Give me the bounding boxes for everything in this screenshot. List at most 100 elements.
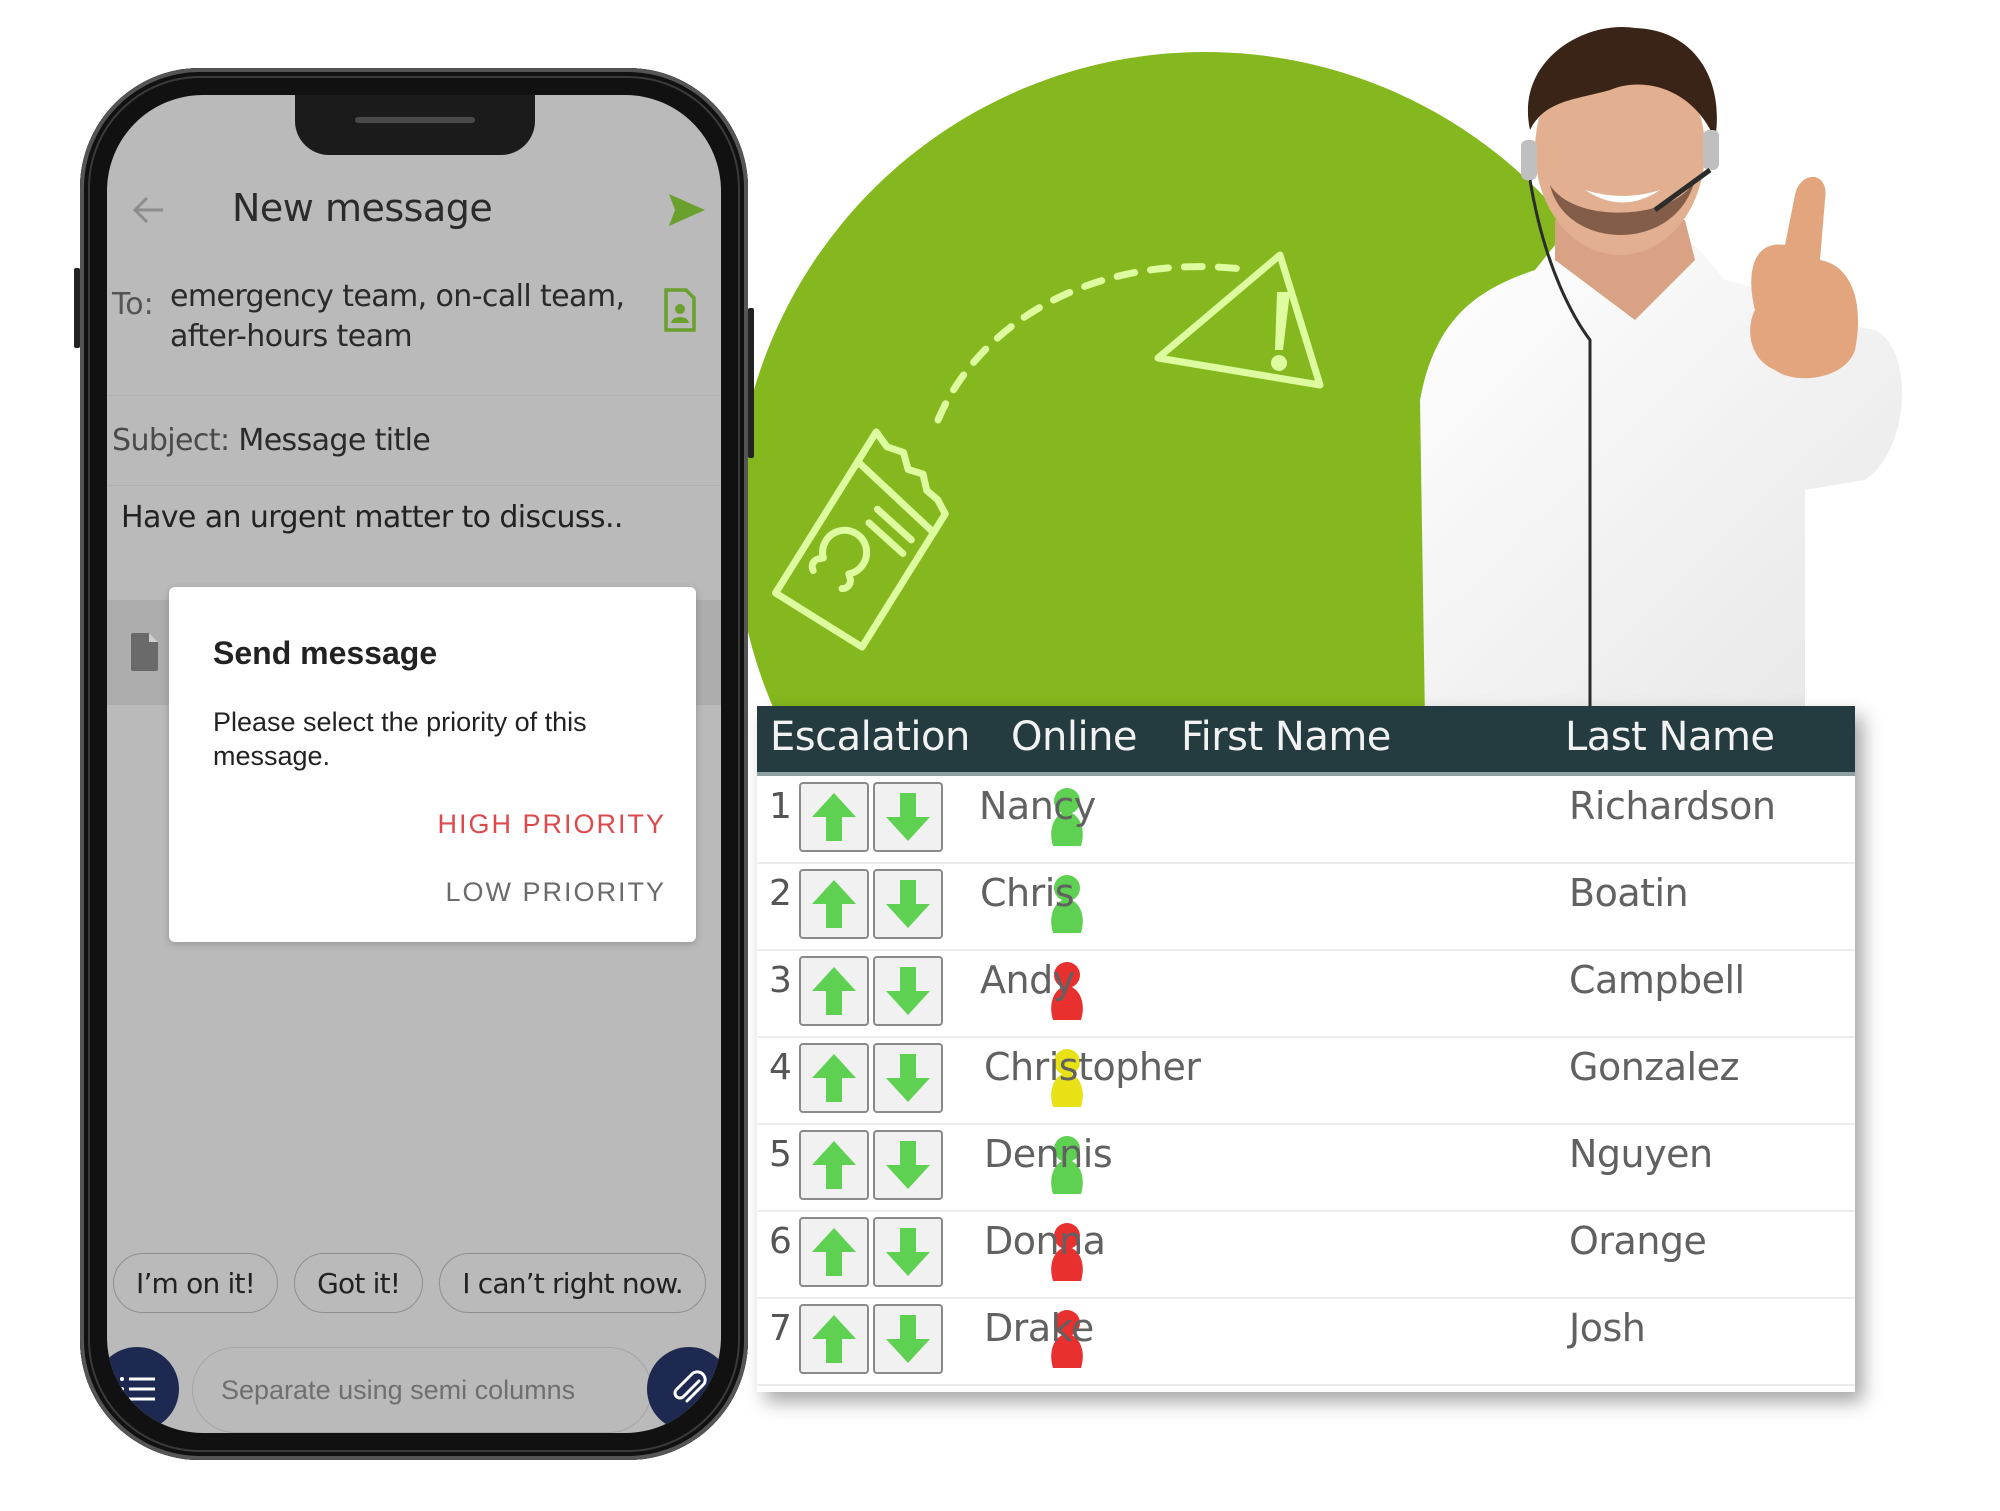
- move-up-button[interactable]: [799, 956, 869, 1026]
- last-name: Orange: [1569, 1219, 1707, 1263]
- file-icon: [129, 632, 159, 672]
- table-row[interactable]: 4 Christopher Gonzalez: [757, 1037, 1855, 1125]
- move-up-button[interactable]: [799, 1130, 869, 1200]
- paperclip-icon: [673, 1370, 707, 1403]
- arrow-down-icon: [886, 880, 930, 928]
- arrow-down-icon: [886, 967, 930, 1015]
- subject-label: Subject:: [112, 423, 230, 458]
- recipients-value[interactable]: emergency team, on-call team, after-hour…: [170, 277, 640, 357]
- escalation-rank: 4: [769, 1047, 792, 1088]
- first-name: Nancy: [979, 784, 1096, 828]
- app-header: New message: [107, 170, 721, 250]
- last-name: Boatin: [1569, 871, 1689, 915]
- contact-card-icon[interactable]: [663, 287, 697, 333]
- move-down-button[interactable]: [873, 1043, 943, 1113]
- table-row[interactable]: 6 Donna Orange: [757, 1211, 1855, 1299]
- arrow-up-icon: [812, 1315, 856, 1363]
- column-header-last-name[interactable]: Last Name: [1565, 714, 1775, 760]
- arrow-up-icon: [812, 1228, 856, 1276]
- quick-reply-on-it[interactable]: I’m on it!: [113, 1253, 279, 1313]
- table-header: Escalation Online First Name Last Name: [757, 706, 1855, 776]
- arrow-up-icon: [812, 1141, 856, 1189]
- table-row[interactable]: 3 Andy Campbell: [757, 950, 1855, 1038]
- move-down-button[interactable]: [873, 1130, 943, 1200]
- move-up-button[interactable]: [799, 1217, 869, 1287]
- subject-field[interactable]: Subject: Message title: [107, 395, 721, 486]
- column-header-escalation[interactable]: Escalation: [770, 714, 970, 760]
- move-up-button[interactable]: [799, 869, 869, 939]
- arrow-down-icon: [886, 1141, 930, 1189]
- quick-reply-cant-now[interactable]: I can’t right now.: [439, 1253, 706, 1313]
- last-name: Campbell: [1569, 958, 1745, 1002]
- table-row[interactable]: 1 Nancy Richardson: [757, 776, 1855, 864]
- subject-value[interactable]: Message title: [238, 423, 430, 458]
- to-field[interactable]: To: emergency team, on-call team, after-…: [107, 265, 721, 396]
- move-down-button[interactable]: [873, 869, 943, 939]
- last-name: Gonzalez: [1569, 1045, 1739, 1089]
- arrow-left-icon[interactable]: [129, 190, 169, 230]
- phone-power-button: [748, 308, 754, 458]
- phone-screen: New message To: emergency team, on-call …: [107, 95, 721, 1433]
- send-message-dialog: Send message Please select the priority …: [169, 587, 696, 942]
- escalation-table: Escalation Online First Name Last Name 1…: [757, 706, 1855, 1392]
- arrow-up-icon: [812, 1054, 856, 1102]
- speaker-grille: [355, 117, 475, 123]
- thumbs-up-hand: [1750, 176, 1859, 379]
- headset-right: [1703, 130, 1719, 170]
- column-header-online[interactable]: Online: [1011, 714, 1138, 760]
- recipients-input[interactable]: [192, 1347, 652, 1433]
- list-icon: [120, 1377, 155, 1401]
- message-body[interactable]: Have an urgent matter to discuss..: [121, 500, 623, 535]
- last-name: Richardson: [1569, 784, 1776, 828]
- last-name: Josh: [1569, 1306, 1646, 1350]
- dialog-message: Please select the priority of this messa…: [213, 707, 587, 771]
- escalation-rank: 1: [769, 786, 792, 827]
- table-row[interactable]: 2 Chris Boatin: [757, 863, 1855, 951]
- quick-replies: I’m on it! Got it! I can’t right now.: [113, 1253, 706, 1317]
- column-header-first-name[interactable]: First Name: [1181, 714, 1391, 760]
- low-priority-button[interactable]: LOW PRIORITY: [445, 877, 666, 908]
- arrow-up-icon: [812, 880, 856, 928]
- arrow-down-icon: [886, 1054, 930, 1102]
- arrow-up-icon: [812, 793, 856, 841]
- to-label: To:: [112, 287, 154, 322]
- ticket-icon: [772, 428, 949, 651]
- warning-triangle-icon: [1154, 251, 1324, 389]
- quick-reply-got-it[interactable]: Got it!: [294, 1253, 424, 1313]
- first-name: Christopher: [984, 1045, 1201, 1089]
- escalation-rank: 2: [769, 873, 792, 914]
- attach-button[interactable]: [647, 1347, 721, 1431]
- menu-button[interactable]: [107, 1347, 179, 1431]
- subject-field-text: Subject: Message title: [112, 423, 431, 458]
- escalation-rank: 5: [769, 1134, 792, 1175]
- table-row[interactable]: 7 Drake Josh: [757, 1298, 1855, 1386]
- first-name: Dennis: [984, 1132, 1113, 1176]
- dialog-title: Send message: [213, 635, 438, 671]
- compose-bar: [107, 1345, 721, 1433]
- support-agent-photo: [1420, 26, 1903, 710]
- table-row[interactable]: 5 Dennis Nguyen: [757, 1124, 1855, 1212]
- last-name: Nguyen: [1569, 1132, 1713, 1176]
- move-down-button[interactable]: [873, 1217, 943, 1287]
- escalation-rank: 3: [769, 960, 792, 1001]
- phone-mockup: New message To: emergency team, on-call …: [74, 68, 754, 1460]
- escalation-rank: 7: [769, 1308, 792, 1349]
- escalation-rank: 6: [769, 1221, 792, 1262]
- move-up-button[interactable]: [799, 1043, 869, 1113]
- move-down-button[interactable]: [873, 1304, 943, 1374]
- arrow-down-icon: [886, 1315, 930, 1363]
- first-name: Drake: [984, 1306, 1094, 1350]
- dashed-arc: [934, 263, 1254, 424]
- first-name: Chris: [980, 871, 1075, 915]
- arrow-up-icon: [812, 967, 856, 1015]
- move-up-button[interactable]: [799, 1304, 869, 1374]
- headset-left: [1521, 140, 1537, 180]
- move-down-button[interactable]: [873, 782, 943, 852]
- move-up-button[interactable]: [799, 782, 869, 852]
- first-name: Andy: [980, 958, 1075, 1002]
- high-priority-button[interactable]: HIGH PRIORITY: [437, 809, 666, 840]
- page-title: New message: [232, 186, 493, 230]
- send-icon[interactable]: [665, 188, 709, 232]
- move-down-button[interactable]: [873, 956, 943, 1026]
- first-name: Donna: [984, 1219, 1106, 1263]
